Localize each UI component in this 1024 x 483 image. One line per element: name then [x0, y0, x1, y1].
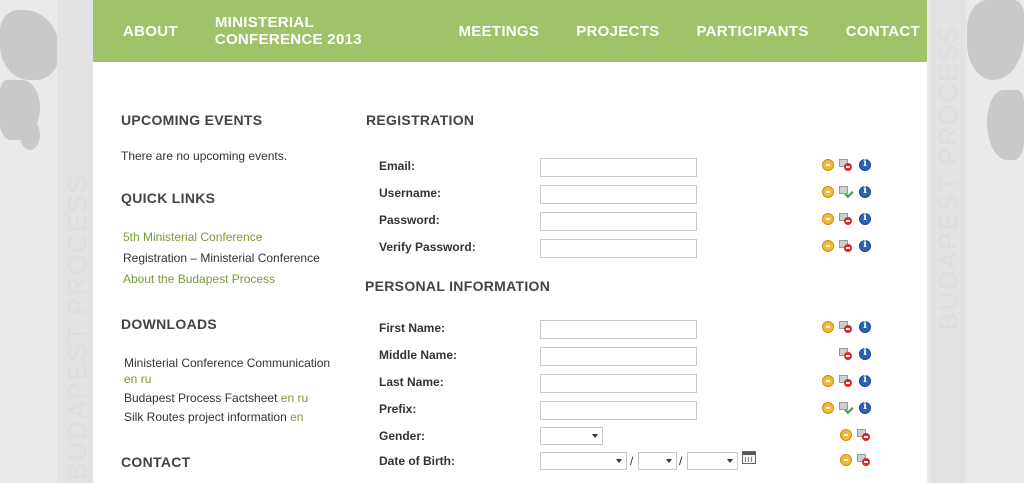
email-label: Email: — [379, 159, 416, 173]
download-silk-routes-text: Silk Routes project information — [124, 410, 287, 424]
download-factsheet: Budapest Process Factsheet en ru — [124, 391, 308, 405]
dob-day-select[interactable] — [687, 452, 738, 470]
chevron-down-icon — [616, 459, 622, 463]
nav-projects[interactable]: PROJECTS — [576, 23, 659, 40]
gender-label: Gender: — [379, 429, 426, 443]
download-communication-langs: en ru — [124, 372, 151, 386]
required-icon — [822, 375, 834, 387]
nav-contact[interactable]: CONTACT — [846, 23, 920, 40]
invalid-status-icon — [839, 213, 852, 225]
info-icon[interactable] — [859, 374, 871, 387]
upcoming-events-text: There are no upcoming events. — [121, 149, 288, 163]
quick-links-heading: QUICK LINKS — [121, 190, 216, 206]
valid-status-icon — [839, 186, 852, 198]
required-icon — [840, 454, 852, 466]
info-icon[interactable] — [859, 185, 871, 198]
invalid-status-icon — [839, 159, 852, 171]
last-name-field[interactable] — [540, 374, 697, 393]
download-factsheet-text: Budapest Process Factsheet — [124, 391, 278, 405]
invalid-status-icon — [839, 375, 852, 387]
invalid-status-icon — [857, 429, 870, 441]
contact-heading: CONTACT — [121, 454, 191, 470]
middle-name-label: Middle Name: — [379, 348, 458, 362]
download-silk-routes: Silk Routes project information en — [124, 410, 303, 424]
chevron-down-icon — [727, 459, 733, 463]
calendar-icon[interactable] — [742, 451, 756, 464]
dob-label: Date of Birth: — [379, 454, 455, 468]
first-name-label: First Name: — [379, 321, 446, 335]
username-field[interactable] — [540, 185, 697, 204]
invalid-status-icon — [839, 321, 852, 333]
dob-separator: / — [679, 454, 683, 468]
main-nav: ABOUT MINISTERIAL CONFERENCE 2013 MEETIN… — [93, 0, 927, 62]
download-factsheet-en[interactable]: en — [281, 391, 294, 405]
email-field[interactable] — [540, 158, 697, 177]
info-icon[interactable] — [859, 212, 871, 225]
info-icon[interactable] — [859, 320, 871, 333]
username-label: Username: — [379, 186, 442, 200]
required-icon — [840, 429, 852, 441]
info-icon[interactable] — [859, 239, 871, 252]
quick-link-5th-conference[interactable]: 5th Ministerial Conference — [123, 230, 262, 244]
prefix-field[interactable] — [540, 401, 697, 420]
required-icon — [822, 321, 834, 333]
required-icon — [822, 240, 834, 252]
registration-heading: REGISTRATION — [366, 112, 475, 128]
download-silk-routes-en[interactable]: en — [290, 410, 303, 424]
chevron-down-icon — [666, 459, 672, 463]
verify-password-field[interactable] — [540, 239, 697, 258]
first-name-field[interactable] — [540, 320, 697, 339]
nav-meetings[interactable]: MEETINGS — [458, 23, 539, 40]
last-name-label: Last Name: — [379, 375, 444, 389]
dob-year-select[interactable] — [540, 452, 627, 470]
prefix-label: Prefix: — [379, 402, 417, 416]
chevron-down-icon — [592, 434, 598, 438]
verify-password-label: Verify Password: — [379, 240, 476, 254]
password-field[interactable] — [540, 212, 697, 231]
nav-participants[interactable]: PARTICIPANTS — [696, 23, 808, 40]
dob-separator: / — [630, 454, 634, 468]
quick-link-registration[interactable]: Registration – Ministerial Conference — [123, 251, 320, 265]
invalid-status-icon — [839, 240, 852, 252]
required-icon — [822, 159, 834, 171]
required-icon — [822, 402, 834, 414]
info-icon[interactable] — [859, 347, 871, 360]
download-factsheet-ru[interactable]: ru — [297, 391, 308, 405]
invalid-status-icon — [839, 348, 852, 360]
personal-info-heading: PERSONAL INFORMATION — [365, 278, 551, 294]
upcoming-events-heading: UPCOMING EVENTS — [121, 112, 263, 128]
right-side-rail: BUDAPEST PROCESS BUDAPEST PROCESS — [927, 0, 1024, 483]
password-label: Password: — [379, 213, 440, 227]
required-icon — [822, 186, 834, 198]
info-icon[interactable] — [859, 401, 871, 414]
left-rail-text: BUDAPEST PROCESS — [62, 173, 92, 480]
download-communication: Ministerial Conference Communication — [124, 356, 331, 370]
info-icon[interactable] — [859, 158, 871, 171]
page-content: UPCOMING EVENTS There are no upcoming ev… — [93, 62, 927, 483]
nav-about[interactable]: ABOUT — [123, 23, 178, 40]
dob-month-select[interactable] — [638, 452, 677, 470]
quick-link-about[interactable]: About the Budapest Process — [123, 272, 275, 286]
nav-ministerial-conference[interactable]: MINISTERIAL CONFERENCE 2013 — [215, 14, 422, 48]
middle-name-field[interactable] — [540, 347, 697, 366]
gender-select[interactable] — [540, 427, 603, 445]
required-icon — [822, 213, 834, 225]
valid-status-icon — [839, 402, 852, 414]
download-communication-en[interactable]: en — [124, 372, 137, 386]
left-side-rail: BUDAPEST PROCESS — [0, 0, 93, 483]
invalid-status-icon — [857, 454, 870, 466]
right-rail-text: BUDAPEST PROCESS — [933, 23, 963, 330]
download-communication-ru[interactable]: ru — [141, 372, 152, 386]
downloads-heading: DOWNLOADS — [121, 316, 218, 332]
